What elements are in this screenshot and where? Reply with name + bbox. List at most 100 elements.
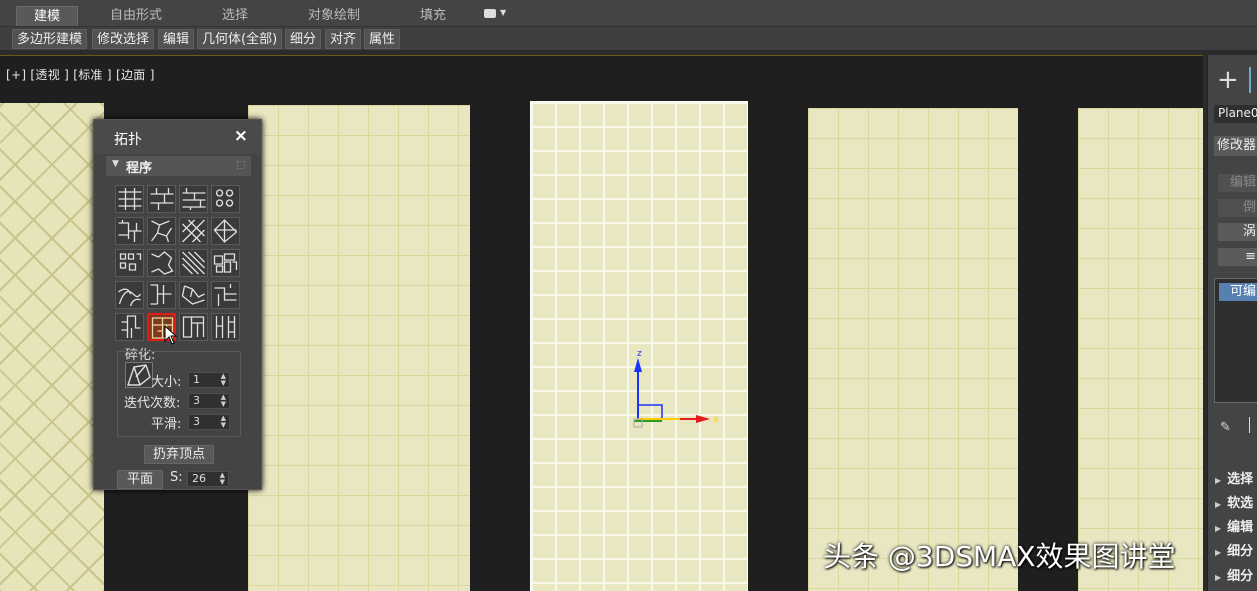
rollout-edit[interactable]: ▶ 编辑: [1215, 516, 1257, 536]
ribbon-tabbar: 建模 自由形式 选择 对象绘制 填充 ▼: [0, 0, 1257, 27]
close-icon[interactable]: ×: [234, 126, 248, 146]
geometry-all-button[interactable]: 几何体(全部): [197, 29, 283, 49]
pattern-19-button[interactable]: [179, 313, 208, 341]
edit-button[interactable]: 编辑: [158, 29, 195, 49]
create-plus-icon[interactable]: +: [1217, 65, 1239, 95]
pattern-12-button[interactable]: [211, 249, 240, 277]
spinner-arrows-icon[interactable]: ▲ ▼: [221, 373, 226, 387]
chamfer-button[interactable]: 倒: [1218, 199, 1257, 217]
pattern-14-button[interactable]: [147, 281, 176, 309]
chevron-down-icon[interactable]: ▼: [500, 8, 506, 17]
pattern-04-icon: [215, 189, 234, 207]
pattern-10-button[interactable]: [147, 249, 176, 277]
pattern-04-button[interactable]: [211, 185, 240, 213]
s-spinner[interactable]: 26 ▲ ▼: [187, 471, 229, 487]
dropdown-menu-icon[interactable]: [484, 9, 496, 18]
spinner-arrows-icon[interactable]: ▲ ▼: [221, 394, 226, 408]
rollout-arrow-icon: ▶: [1215, 524, 1222, 533]
rollout-arrow-icon: ▶: [1215, 500, 1222, 509]
tab-selection[interactable]: 选择: [210, 6, 260, 26]
modifier-list-dropdown[interactable]: 修改器: [1214, 136, 1257, 156]
modifier-stack: ▶ 可编: [1214, 278, 1257, 403]
panel-titlebar[interactable]: 拓扑 ×: [94, 120, 261, 154]
pattern-06-icon: [150, 220, 173, 243]
modifier-set-button[interactable]: ≡: [1218, 248, 1257, 266]
pattern-13-icon: [118, 288, 142, 307]
rollout-soft-selection[interactable]: ▶ 软选: [1215, 492, 1257, 512]
plane-strip-maze-c[interactable]: [1078, 108, 1203, 591]
collapse-arrow-icon[interactable]: ▼: [112, 159, 119, 169]
rollout-subdivision-2[interactable]: ▶ 细分: [1215, 565, 1257, 585]
pattern-05-icon: [118, 220, 142, 242]
rollout-label: 细分: [1227, 544, 1254, 559]
pattern-button-grid: [115, 185, 241, 345]
pattern-14-icon: [150, 284, 172, 305]
rollout-label: 选择: [1227, 472, 1254, 487]
pattern-09-button[interactable]: [115, 249, 144, 277]
pattern-12-icon: [213, 253, 238, 273]
tab-populate[interactable]: 填充: [410, 6, 456, 26]
object-name-field[interactable]: Plane0: [1214, 105, 1257, 123]
viewport-label[interactable]: [+] [透视 ] [标准 ] [边面 ]: [6, 66, 155, 83]
modify-tab-icon[interactable]: [1249, 67, 1257, 93]
grip-handle-icon[interactable]: [237, 161, 245, 169]
pattern-09-icon: [119, 253, 142, 271]
discard-vertices-button[interactable]: 扔弃顶点: [144, 445, 214, 464]
pattern-07-button[interactable]: [179, 217, 208, 245]
smooth-spinner[interactable]: 3 ▲ ▼: [188, 414, 230, 430]
tab-object-paint[interactable]: 对象绘制: [296, 6, 372, 26]
pattern-13-button[interactable]: [115, 281, 144, 309]
pattern-05-button[interactable]: [115, 217, 144, 245]
spinner-arrows-icon[interactable]: ▲ ▼: [221, 415, 226, 429]
modify-selection-button[interactable]: 修改选择: [92, 29, 155, 49]
pattern-11-button[interactable]: [179, 249, 208, 277]
iterations-value: 3: [193, 394, 200, 407]
transform-gizmo[interactable]: z x: [620, 346, 730, 436]
spinner-arrows-icon[interactable]: ▲ ▼: [220, 472, 225, 486]
section-label: 程序: [126, 161, 153, 176]
pattern-15-icon: [181, 285, 205, 305]
iterations-spinner[interactable]: 3 ▲ ▼: [188, 393, 230, 409]
iterations-label: 迭代次数:: [124, 396, 181, 411]
rollout-label: 编辑: [1227, 520, 1254, 535]
pattern-07-icon: [182, 219, 205, 243]
separator: [1249, 417, 1250, 433]
rollout-arrow-icon: ▶: [1215, 548, 1222, 557]
polygon-modeling-button[interactable]: 多边形建模: [12, 29, 88, 49]
align-button[interactable]: 对齐: [325, 29, 362, 49]
properties-button[interactable]: 属性: [364, 29, 401, 49]
rollout-arrow-icon: ▶: [1215, 573, 1222, 582]
size-value: 1: [193, 373, 200, 386]
pattern-15-button[interactable]: [179, 281, 208, 309]
edit-poly-button[interactable]: 编辑: [1218, 174, 1257, 192]
pattern-20-button[interactable]: [211, 313, 240, 341]
plane-strip-maze-b[interactable]: [808, 108, 1018, 591]
tab-modeling[interactable]: 建模: [16, 6, 78, 26]
rollout-selection[interactable]: ▶ 选择: [1215, 468, 1257, 488]
fragment-pattern-icon[interactable]: [125, 362, 153, 388]
pin-stack-icon[interactable]: ✎: [1220, 420, 1231, 435]
procedural-section-header[interactable]: ▼ 程序: [106, 156, 251, 176]
pattern-02-icon: [150, 188, 174, 210]
pattern-06-button[interactable]: [147, 217, 176, 245]
size-spinner[interactable]: 1 ▲ ▼: [188, 372, 230, 388]
turbosmooth-button[interactable]: 涡: [1218, 223, 1257, 241]
subdivision-button[interactable]: 细分: [285, 29, 322, 49]
smooth-label: 平滑:: [151, 417, 182, 432]
gizmo-x-label: x: [713, 415, 719, 425]
pattern-03-icon: [182, 188, 206, 210]
pattern-17-icon: [121, 315, 141, 338]
plane-strip-maze-a[interactable]: [248, 105, 470, 591]
pattern-16-button[interactable]: [211, 281, 240, 309]
panel-title: 拓扑: [114, 132, 142, 148]
plane-button[interactable]: 平面: [117, 470, 163, 489]
pattern-08-button[interactable]: [211, 217, 240, 245]
pattern-17-button[interactable]: [115, 313, 144, 341]
pattern-01-button[interactable]: [115, 185, 144, 213]
rollout-subdivision-1[interactable]: ▶ 细分: [1215, 540, 1257, 560]
plane-strip-diamond[interactable]: [0, 103, 104, 591]
stack-item-editable[interactable]: 可编: [1219, 283, 1257, 301]
tab-freeform[interactable]: 自由形式: [96, 6, 176, 26]
pattern-03-button[interactable]: [179, 185, 208, 213]
pattern-02-button[interactable]: [147, 185, 176, 213]
